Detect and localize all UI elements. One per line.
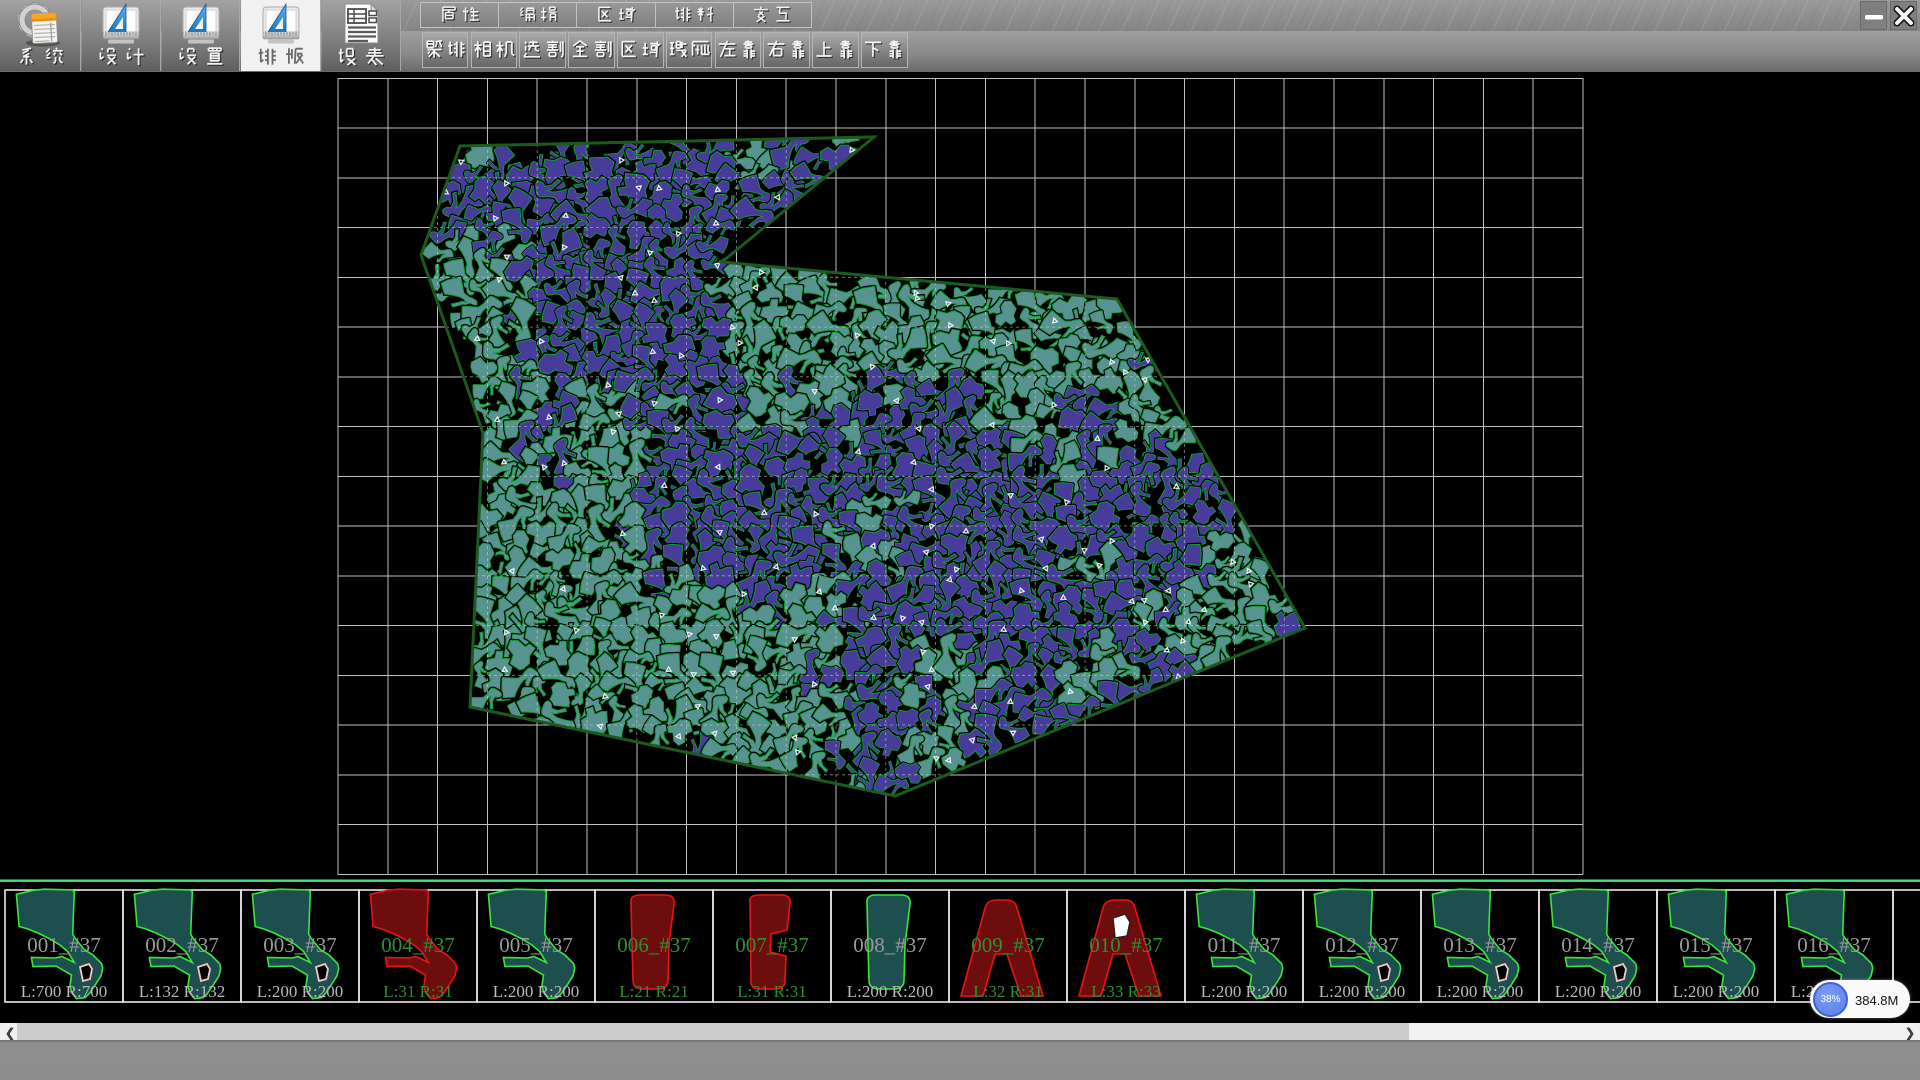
- svg-text:007_#37: 007_#37: [735, 933, 809, 957]
- svg-text:005_#37: 005_#37: [499, 933, 573, 957]
- svg-text:L:200 R:200: L:200 R:200: [1201, 982, 1287, 1001]
- svg-text:L:200 R:200: L:200 R:200: [847, 982, 933, 1001]
- svg-text:L:200 R:200: L:200 R:200: [1319, 982, 1405, 1001]
- svg-text:L:32 R:31: L:32 R:31: [973, 982, 1042, 1001]
- svg-text:012_#37: 012_#37: [1325, 933, 1399, 957]
- svg-text:002_#37: 002_#37: [145, 933, 219, 957]
- svg-text:016_#37: 016_#37: [1797, 933, 1871, 957]
- svg-text:L:33 R:33: L:33 R:33: [1091, 982, 1160, 1001]
- svg-text:L:200 R:200: L:200 R:200: [1437, 982, 1523, 1001]
- svg-text:004_#37: 004_#37: [381, 933, 455, 957]
- svg-text:L:132 R:132: L:132 R:132: [139, 982, 225, 1001]
- svg-text:009_#37: 009_#37: [971, 933, 1045, 957]
- svg-text:008_#37: 008_#37: [853, 933, 927, 957]
- svg-text:L:200 R:200: L:200 R:200: [1555, 982, 1641, 1001]
- svg-text:011_#37: 011_#37: [1208, 933, 1281, 957]
- svg-text:L:200 R:200: L:200 R:200: [493, 982, 579, 1001]
- svg-text:L:200 R:200: L:200 R:200: [1673, 982, 1759, 1001]
- svg-text:L:21 R:21: L:21 R:21: [619, 982, 688, 1001]
- svg-text:010_#37: 010_#37: [1089, 933, 1163, 957]
- svg-text:L:31 R:31: L:31 R:31: [383, 982, 452, 1001]
- svg-text:003_#37: 003_#37: [263, 933, 337, 957]
- svg-text:013_#37: 013_#37: [1443, 933, 1517, 957]
- svg-text:015_#37: 015_#37: [1679, 933, 1753, 957]
- svg-text:006_#37: 006_#37: [617, 933, 691, 957]
- svg-text:L:200 R:200: L:200 R:200: [257, 982, 343, 1001]
- svg-text:001_#37: 001_#37: [27, 933, 101, 957]
- svg-text:014_#37: 014_#37: [1561, 933, 1635, 957]
- svg-text:L:700 R:700: L:700 R:700: [21, 982, 107, 1001]
- svg-text:L:31 R:31: L:31 R:31: [737, 982, 806, 1001]
